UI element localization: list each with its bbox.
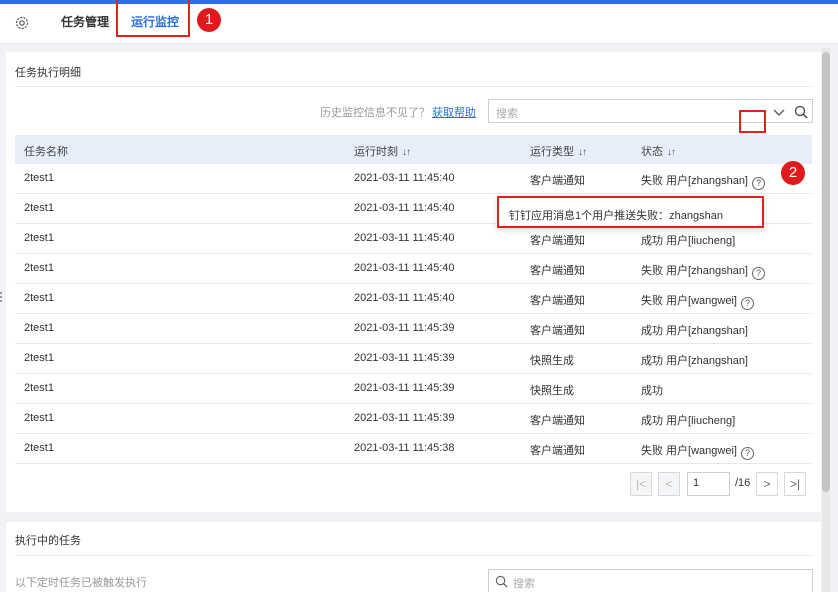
task-name-cell: 2test1 [24,412,54,424]
task-name-cell: 2test1 [24,262,54,274]
status-cell: 成功 用户[zhangshan] [641,355,748,367]
header-task-name[interactable]: 任务名称 [24,143,68,159]
table-row[interactable]: 2test1 2021-03-11 11:45:40 客户端通知 成功 用户[liuc… [15,224,812,254]
run-type-cell: 客户端通知 [530,175,585,187]
highlight-box-help-icon [739,110,766,133]
annotation-badge-1: 1 [197,8,221,32]
help-question-icon[interactable]: ? [740,447,754,460]
annotation-badge-2: 2 [781,161,805,185]
running-tasks-card: 执行中的任务 以下定时任务已被触发执行 搜索 [6,522,821,592]
task-name-cell: 2test1 [24,382,54,394]
help-question-icon[interactable]: ? [740,297,754,310]
first-page-button[interactable]: |< [630,472,652,496]
chevron-down-icon[interactable] [773,106,785,118]
task-name-cell: 2test1 [24,232,54,244]
prev-page-button[interactable]: < [658,472,680,496]
table-row[interactable]: 2test1 2021-03-11 11:45:38 客户端通知 失败 用户[wang… [15,434,812,464]
next-page-button[interactable]: > [756,472,778,496]
status-cell: 成功 用户[liucheng] [641,415,736,427]
run-time-cell: 2021-03-11 11:45:39 [354,322,455,334]
run-time-cell: 2021-03-11 11:45:39 [354,412,455,424]
card-title: 任务执行明细 [15,67,81,79]
card-note: 以下定时任务已被触发执行 [15,577,147,589]
status-cell: 成功 用户[liucheng] [641,235,736,247]
table-row[interactable]: 2test1 2021-03-11 11:45:39 客户端通知 成功 用户[zhan… [15,314,812,344]
run-type-cell: 客户端通知 [530,265,585,277]
sort-icon[interactable]: ↓↑ [402,147,411,158]
tab-task-management[interactable]: 任务管理 [61,4,109,44]
table-row[interactable]: 2test1 2021-03-11 11:45:39 快照生成 成功 [15,374,812,404]
table-row[interactable]: 2test1 2021-03-11 11:45:39 快照生成 成功 用户[zhang… [15,344,812,374]
get-help-link[interactable]: 获取帮助 [432,104,476,120]
task-name-cell: 2test1 [24,172,54,184]
table-row[interactable]: 2test1 2021-03-11 11:45:39 客户端通知 成功 用户[liuc… [15,404,812,434]
task-name-cell: 2test1 [24,322,54,334]
run-type-cell: 快照生成 [530,355,574,367]
table-row[interactable]: 2test1 2021-03-11 11:45:40 客户端通知 失败 用户[wang… [15,284,812,314]
status-cell: 成功 [641,385,663,397]
run-type-cell: 快照生成 [530,385,574,397]
divider [15,86,812,87]
header-status[interactable]: 状态 ↓↑ [641,143,676,159]
status-cell: 失败 用户[zhangshan]? [641,172,765,190]
sort-icon[interactable]: ↓↑ [667,147,676,158]
run-type-cell: 客户端通知 [530,295,585,307]
page-total: /16 [735,477,751,489]
table-row[interactable]: 2test1 2021-03-11 11:45:40 客户端通知 失败 用户[zhan… [15,164,812,194]
history-hint: 历史监控信息不见了？ [320,107,430,119]
run-time-cell: 2021-03-11 11:45:40 [354,232,455,244]
table-header: 任务名称 运行时刻 ↓↑ 运行类型 ↓↑ 状态 ↓↑ [15,135,812,164]
highlight-box-tab [116,0,190,37]
page-number-input[interactable]: 1 [687,472,730,496]
run-type-cell: 客户端通知 [530,325,585,337]
table-row[interactable]: 2test1 2021-03-11 11:45:40 客户端通知 失败 用户[zhan… [15,254,812,284]
run-type-cell: 客户端通知 [530,415,585,427]
search-icon[interactable] [794,105,808,119]
run-time-cell: 2021-03-11 11:45:40 [354,202,455,214]
search-icon [495,575,508,588]
last-page-button[interactable]: >| [784,472,806,496]
task-execution-card: 任务执行明细 历史监控信息不见了？ 获取帮助 搜索 任务名称 运行时刻 ↓↑ 运行… [6,52,821,512]
help-question-icon[interactable]: ? [752,267,765,280]
scrollbar-thumb[interactable] [822,52,830,492]
task-name-cell: 2test1 [24,352,54,364]
status-cell: 失败 用户[wangwei]? [641,442,754,460]
search-placeholder: 搜索 [513,578,535,590]
task-name-cell: 2test1 [24,202,54,214]
run-time-cell: 2021-03-11 11:45:40 [354,292,455,304]
run-type-cell: 客户端通知 [530,235,585,247]
status-cell: 失败 用户[wangwei]? [641,292,754,310]
run-time-cell: 2021-03-11 11:45:39 [354,382,455,394]
run-time-cell: 2021-03-11 11:45:38 [354,442,455,454]
run-time-cell: 2021-03-11 11:45:40 [354,172,455,184]
error-tooltip: 钉钉应用消息1个用户推送失败：zhangshan [497,196,764,228]
header-run-time[interactable]: 运行时刻 ↓↑ [354,143,411,159]
task-name-cell: 2test1 [24,442,54,454]
divider [15,555,812,556]
gear-icon[interactable] [14,15,30,31]
resize-handle[interactable] [0,292,3,302]
status-cell: 失败 用户[zhangshan]? [641,262,765,280]
search-placeholder: 搜索 [496,108,518,120]
status-cell: 成功 用户[zhangshan] [641,325,748,337]
sort-icon[interactable]: ↓↑ [578,147,587,158]
run-time-cell: 2021-03-11 11:45:39 [354,352,455,364]
run-type-cell: 客户端通知 [530,445,585,457]
help-question-icon[interactable]: ? [752,177,765,190]
header-run-type[interactable]: 运行类型 ↓↑ [530,143,587,159]
task-name-cell: 2test1 [24,292,54,304]
run-time-cell: 2021-03-11 11:45:40 [354,262,455,274]
card-title: 执行中的任务 [15,535,81,547]
search-input[interactable]: 搜索 [488,569,813,592]
